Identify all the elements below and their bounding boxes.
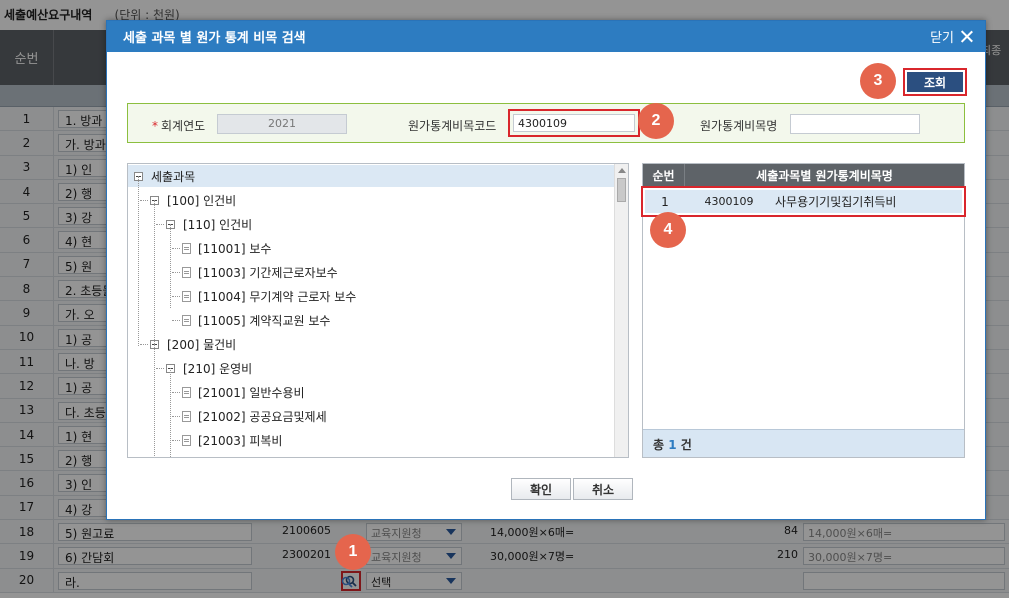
code-label: 원가통계비목코드 bbox=[408, 119, 497, 133]
grid-total: 총 1 건 bbox=[643, 429, 964, 457]
step-badge-1: 1 bbox=[335, 534, 371, 570]
document-icon bbox=[182, 410, 191, 422]
tree-label: [11004] 무기계약 근로자 보수 bbox=[198, 289, 357, 304]
total-count: 1 bbox=[668, 438, 677, 452]
search-conditions: * 회계연도 2021 원가통계비목코드 4300109 원가통계비목명 bbox=[127, 103, 965, 143]
row-20-highlight bbox=[0, 574, 1009, 598]
tree-connector bbox=[172, 416, 180, 417]
confirm-button[interactable]: 확인 bbox=[511, 478, 571, 500]
tree-connector bbox=[156, 368, 164, 369]
tree-scrollbar[interactable] bbox=[614, 164, 628, 457]
tree-connector bbox=[172, 272, 180, 273]
year-label: * 회계연도 bbox=[152, 119, 206, 133]
grid-header: 순번 세출과목별 원가통계비목명 bbox=[643, 164, 964, 186]
tree-label: [11003] 기간제근로자보수 bbox=[198, 265, 338, 280]
tree-label: [210] 운영비 bbox=[183, 361, 253, 376]
result-grid: 순번 세출과목별 원가통계비목명 1 4300109 사무용기기및집기취득비 총… bbox=[641, 163, 966, 458]
year-field: 2021 bbox=[217, 114, 347, 134]
tree-connector bbox=[172, 296, 180, 297]
tree-connector bbox=[138, 176, 139, 346]
tree-node[interactable]: [200] 물건비 bbox=[150, 333, 236, 355]
row-no: 1 bbox=[661, 194, 669, 209]
tree-leaf[interactable]: [21003] 피복비 bbox=[182, 429, 282, 451]
tree-label: [100] 인건비 bbox=[167, 193, 237, 208]
tree-leaf[interactable]: [11004] 무기계약 근로자 보수 bbox=[182, 285, 356, 307]
close-icon bbox=[960, 30, 973, 43]
code-input[interactable]: 4300109 bbox=[513, 114, 635, 132]
tree-connector bbox=[172, 392, 180, 393]
search-button-highlight: 조회 bbox=[903, 68, 967, 96]
step-badge-2: 2 bbox=[638, 103, 674, 139]
tree-leaf[interactable]: [21002] 공공요금및제세 bbox=[182, 405, 327, 427]
tree-node[interactable]: [100] 인건비 bbox=[150, 189, 236, 211]
tree-connector bbox=[172, 440, 180, 441]
row-name: 사무용기기및집기취득비 bbox=[775, 195, 897, 209]
document-icon bbox=[182, 434, 191, 446]
tree-label: [200] 물건비 bbox=[167, 337, 237, 352]
account-tree: 세출과목 [100] 인건비 [110] 인건비 [11001] 보수 [11003] … bbox=[127, 163, 629, 458]
document-icon bbox=[182, 314, 191, 326]
tree-label: [110] 인건비 bbox=[183, 217, 253, 232]
step-badge-3: 3 bbox=[860, 63, 896, 99]
tree-label: [21001] 일반수용비 bbox=[198, 385, 305, 400]
close-label: 닫기 bbox=[930, 31, 954, 46]
tree-connector bbox=[170, 368, 171, 457]
close-button[interactable]: 닫기 bbox=[930, 27, 973, 46]
tree-leaf[interactable]: [11005] 계약직교원 보수 bbox=[182, 309, 330, 331]
grid-col-name: 세출과목별 원가통계비목명 bbox=[756, 168, 893, 183]
required-mark: * bbox=[152, 119, 158, 133]
cancel-button[interactable]: 취소 bbox=[573, 478, 633, 500]
tree-connector bbox=[172, 248, 180, 249]
grid-row-highlight: 1 4300109 사무용기기및집기취득비 bbox=[641, 186, 966, 217]
tree-label: 세출과목 bbox=[151, 169, 196, 184]
tree-node[interactable]: [210] 운영비 bbox=[166, 357, 252, 379]
tree-label: [21002] 공공요금및제세 bbox=[198, 409, 327, 424]
tree-connector bbox=[170, 224, 171, 308]
code-field-highlight: 4300109 bbox=[508, 109, 640, 137]
document-icon bbox=[182, 290, 191, 302]
tree-leaf[interactable]: [11001] 보수 bbox=[182, 237, 271, 259]
tree-label: [21003] 피복비 bbox=[198, 433, 283, 448]
step-badge-4: 4 bbox=[650, 212, 686, 248]
tree-connector bbox=[154, 344, 155, 457]
scroll-thumb[interactable] bbox=[617, 178, 626, 202]
grid-col-no: 순번 bbox=[643, 164, 685, 186]
scroll-up-icon[interactable] bbox=[618, 168, 626, 173]
tree-label: [11001] 보수 bbox=[198, 241, 272, 256]
tree-leaf[interactable]: [11003] 기간제근로자보수 bbox=[182, 261, 338, 283]
tree-node[interactable]: [110] 인건비 bbox=[166, 213, 252, 235]
search-modal: 세출 과목 별 원가 통계 비목 검색 닫기 조회 * 회계연도 2021 원가통… bbox=[106, 20, 986, 520]
search-icon bbox=[341, 576, 353, 588]
document-icon bbox=[182, 386, 191, 398]
table-row[interactable]: 1 4300109 사무용기기및집기취득비 bbox=[645, 190, 962, 213]
tree-connector bbox=[156, 224, 164, 225]
search-icon-button[interactable] bbox=[341, 576, 353, 591]
row-code: 4300109 bbox=[704, 195, 754, 208]
tree-connector bbox=[140, 200, 148, 201]
tree-connector bbox=[140, 344, 148, 345]
tree-node[interactable]: 세출과목 bbox=[128, 165, 614, 187]
document-icon bbox=[182, 266, 191, 278]
name-label: 원가통계비목명 bbox=[700, 119, 778, 133]
name-input[interactable] bbox=[790, 114, 920, 134]
search-button[interactable]: 조회 bbox=[907, 72, 963, 92]
tree-connector bbox=[172, 320, 180, 321]
modal-title: 세출 과목 별 원가 통계 비목 검색 bbox=[123, 31, 306, 46]
document-icon bbox=[182, 242, 191, 254]
tree-leaf[interactable]: [21001] 일반수용비 bbox=[182, 381, 305, 403]
tree-label: [11005] 계약직교원 보수 bbox=[198, 313, 331, 328]
modal-header: 세출 과목 별 원가 통계 비목 검색 닫기 bbox=[107, 21, 985, 52]
